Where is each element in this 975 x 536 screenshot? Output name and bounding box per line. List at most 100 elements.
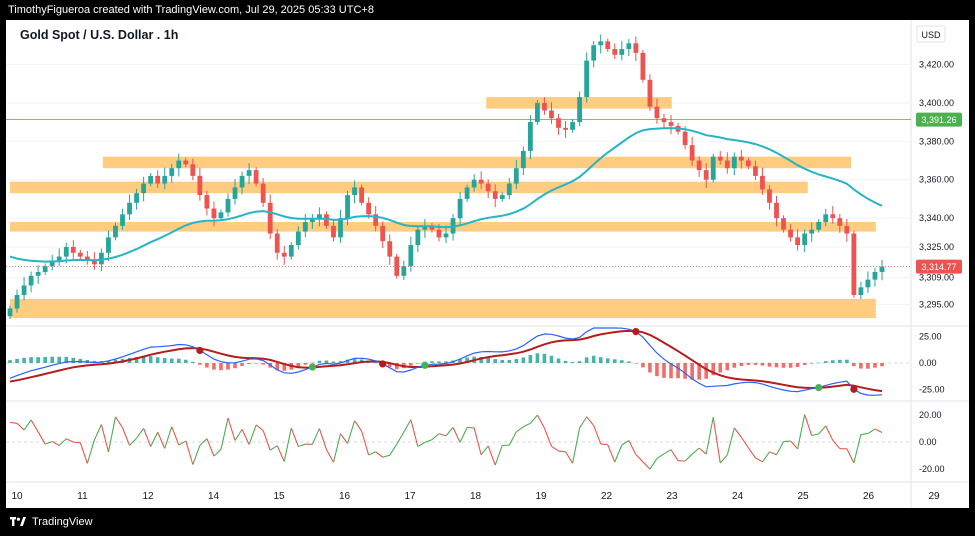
oscillator-segment[interactable] [192, 445, 201, 465]
oscillator-segment[interactable] [185, 440, 194, 465]
last-price-badge[interactable]: 3,314.77 [921, 262, 956, 272]
macd-histogram-bar[interactable] [205, 363, 209, 368]
candle-body[interactable] [274, 233, 280, 253]
oscillator-segment[interactable] [705, 417, 714, 455]
oscillator-segment[interactable] [494, 445, 503, 466]
oscillator-segment[interactable] [23, 419, 32, 431]
oscillator-segment[interactable] [747, 447, 756, 459]
candle-body[interactable] [872, 271, 878, 280]
oscillator-segment[interactable] [79, 442, 88, 464]
candle-body[interactable] [542, 102, 547, 111]
oscillator-segment[interactable] [276, 445, 285, 462]
candle-body[interactable] [612, 49, 618, 55]
candle-body[interactable] [169, 168, 175, 176]
macd-histogram-bar[interactable] [507, 359, 512, 363]
macd-histogram-bar[interactable] [880, 363, 884, 367]
oscillator-segment[interactable] [558, 450, 566, 453]
oscillator-segment[interactable] [115, 416, 123, 428]
candle-body[interactable] [682, 131, 688, 146]
oscillator-segment[interactable] [206, 438, 215, 457]
macd-cross-marker[interactable] [421, 361, 429, 369]
sr-zone[interactable] [102, 156, 852, 169]
candle-body[interactable] [626, 43, 632, 50]
macd-histogram-bar[interactable] [493, 359, 498, 363]
oscillator-segment[interactable] [30, 419, 39, 433]
candle-body[interactable] [851, 233, 857, 296]
time-tick-label[interactable]: 16 [339, 491, 351, 502]
oscillator-segment[interactable] [93, 424, 102, 441]
oscillator-segment[interactable] [347, 420, 356, 444]
macd-histogram-bar[interactable] [556, 358, 561, 363]
oscillator-segment[interactable] [37, 431, 46, 445]
candle-body[interactable] [858, 287, 864, 296]
sr-zone[interactable] [10, 181, 808, 194]
symbol-title[interactable]: Gold Spot / U.S. Dollar . 1h [20, 28, 178, 42]
macd-histogram-bar[interactable] [409, 363, 413, 366]
oscillator-segment[interactable] [860, 433, 869, 436]
time-tick-label[interactable]: 10 [11, 491, 23, 502]
macd-histogram-bar[interactable] [430, 361, 434, 363]
candle-body[interactable] [640, 52, 646, 80]
time-tick-label[interactable]: 14 [208, 491, 220, 502]
oscillator-segment[interactable] [9, 421, 18, 424]
time-tick-label[interactable]: 24 [732, 491, 744, 502]
candle-body[interactable] [232, 187, 238, 199]
oscillator-segment[interactable] [543, 427, 552, 447]
candle-body[interactable] [443, 233, 449, 238]
macd-histogram-bar[interactable] [760, 363, 765, 366]
macd-histogram-bar[interactable] [155, 357, 160, 363]
candle-body[interactable] [436, 229, 442, 238]
oscillator-segment[interactable] [473, 427, 482, 455]
candle-body[interactable] [331, 225, 336, 238]
time-tick-label[interactable]: 29 [928, 491, 940, 502]
macd-histogram-bar[interactable] [373, 362, 378, 364]
macd-histogram-bar[interactable] [416, 363, 420, 364]
macd-histogram-bar[interactable] [15, 358, 19, 363]
candle-body[interactable] [605, 41, 611, 50]
macd-histogram-bar[interactable] [29, 357, 33, 363]
oscillator-segment[interactable] [318, 428, 327, 450]
macd-histogram-bar[interactable] [331, 361, 336, 363]
candle-body[interactable] [823, 214, 829, 222]
macd-histogram-bar[interactable] [303, 363, 308, 365]
candle-body[interactable] [591, 45, 597, 61]
candle-body[interactable] [760, 175, 765, 190]
candle-body[interactable] [668, 122, 674, 126]
macd-histogram-bar[interactable] [662, 363, 666, 378]
time-tick-label[interactable]: 12 [142, 491, 154, 502]
oscillator-segment[interactable] [332, 433, 342, 463]
oscillator-segment[interactable] [536, 414, 545, 429]
oscillator-segment[interactable] [684, 453, 693, 462]
oscillator-segment[interactable] [719, 454, 728, 464]
candle-body[interactable] [464, 187, 470, 199]
oscillator-segment[interactable] [107, 416, 117, 453]
oscillator-segment[interactable] [164, 426, 173, 449]
currency-badge[interactable]: USD [921, 30, 941, 40]
macd-histogram-bar[interactable] [240, 363, 244, 367]
candle-body[interactable] [577, 97, 583, 123]
candle-body[interactable] [359, 187, 365, 203]
macd-histogram-bar[interactable] [830, 360, 835, 363]
macd-histogram-bar[interactable] [549, 355, 554, 363]
oscillator-segment[interactable] [100, 424, 109, 453]
macd-histogram-bar[interactable] [859, 363, 863, 369]
candle-body[interactable] [35, 271, 41, 276]
candle-body[interactable] [795, 237, 801, 246]
oscillator-segment[interactable] [248, 424, 257, 445]
candle-body[interactable] [141, 183, 147, 194]
macd-histogram-bar[interactable] [486, 357, 490, 363]
oscillator-segment[interactable] [769, 451, 777, 456]
oscillator-segment[interactable] [283, 427, 292, 462]
macd-histogram-bar[interactable] [584, 357, 589, 363]
candle-body[interactable] [218, 212, 224, 219]
oscillator-segment[interactable] [16, 422, 25, 431]
oscillator-segment[interactable] [234, 429, 243, 441]
candle-body[interactable] [535, 102, 540, 123]
macd-histogram-bar[interactable] [212, 363, 216, 370]
oscillator-segment[interactable] [122, 427, 131, 446]
candle-body[interactable] [837, 218, 843, 226]
oscillator-segment[interactable] [691, 447, 700, 455]
candle-body[interactable] [654, 106, 660, 119]
candle-body[interactable] [710, 156, 716, 180]
macd-cross-marker[interactable] [308, 363, 316, 371]
